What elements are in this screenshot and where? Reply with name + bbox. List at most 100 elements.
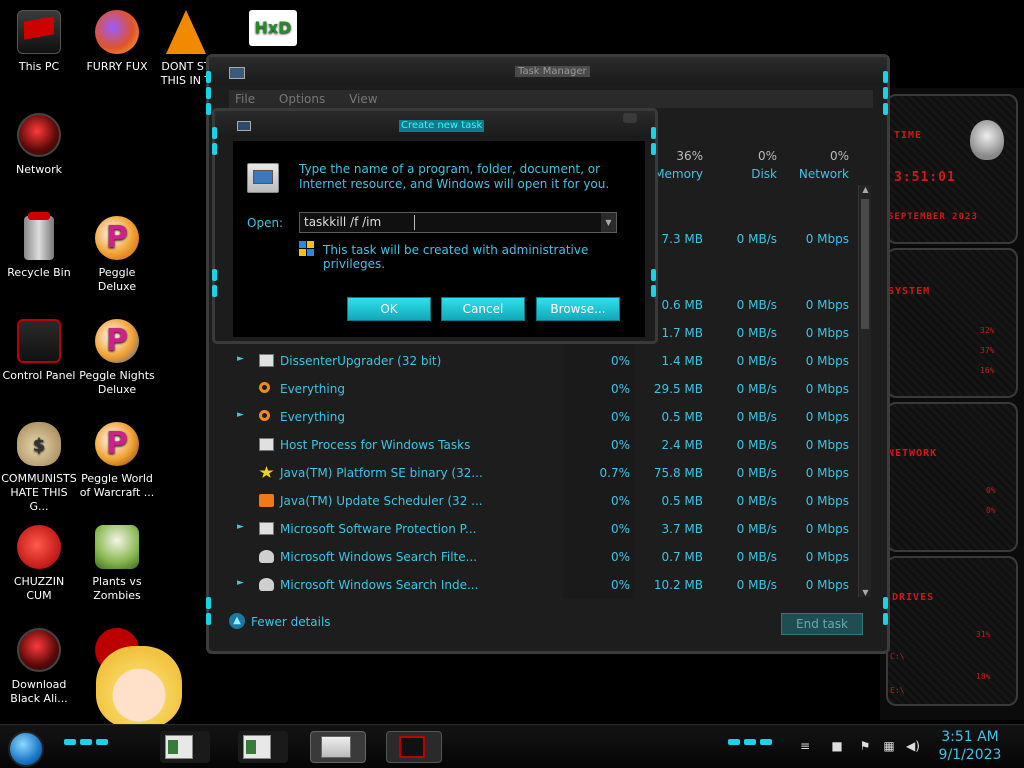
- desktop-icon-hxd[interactable]: HxD: [234, 10, 312, 52]
- disk-header[interactable]: Disk: [707, 167, 777, 181]
- taskbar-task-manager[interactable]: [310, 731, 366, 763]
- ok-button[interactable]: OK: [347, 297, 431, 321]
- cartoon-character-sticker: [96, 646, 182, 728]
- taskbar: ≡ ■ ⚑ ▦ ◀) 3:51 AM 9/1/2023: [0, 724, 1024, 768]
- row-disk: 0 MB/s: [736, 382, 777, 396]
- widget-drives-label: DRIVES: [892, 592, 935, 603]
- row-disk: 0 MB/s: [736, 438, 777, 452]
- desktop-icon-network[interactable]: Network: [0, 113, 78, 177]
- desktop-icon-communists[interactable]: $ COMMUNISTS HATE THIS G...: [0, 422, 78, 514]
- table-row[interactable]: ► Microsoft Windows Search Inde... 0% 10.2 …: [229, 571, 863, 599]
- task-manager-icon: [321, 736, 351, 758]
- network-percent: 0%: [829, 149, 849, 163]
- network-header[interactable]: Network: [779, 167, 849, 181]
- row-network: 0 Mbps: [805, 326, 849, 340]
- open-command-input[interactable]: taskkill /f /im: [299, 212, 617, 233]
- menu-options[interactable]: Options: [279, 92, 325, 106]
- chuzzle-icon: [17, 525, 61, 569]
- row-memory: 0.5 MB: [661, 494, 703, 508]
- table-row[interactable]: ► DissenterUpgrader (32 bit) 0% 1.4 MB 0 MB/…: [229, 347, 863, 375]
- row-disk: 0 MB/s: [736, 550, 777, 564]
- create-new-task-dialog[interactable]: Create new task Type the name of a progr…: [212, 108, 658, 344]
- action-center-flag-icon[interactable]: ⚑: [858, 739, 872, 753]
- task-manager-titlebar[interactable]: Task Manager: [209, 57, 887, 85]
- dialog-titlebar[interactable]: Create new task: [215, 111, 655, 137]
- expand-chevron-icon[interactable]: ►: [237, 578, 244, 588]
- scroll-down-icon[interactable]: ▼: [859, 588, 872, 597]
- process-name: Java(TM) Platform SE binary (32...: [280, 466, 483, 480]
- row-network: 0 Mbps: [805, 578, 849, 592]
- taskbar-control-panel[interactable]: [386, 731, 442, 763]
- app-window-icon: [165, 735, 193, 759]
- desktop-icon-pvz[interactable]: Plants vs Zombies: [78, 525, 156, 603]
- row-cpu: 0%: [610, 550, 630, 564]
- row-disk: 0 MB/s: [736, 466, 777, 480]
- tray-overflow-icon[interactable]: ≡: [798, 739, 812, 753]
- firefox-icon: [95, 10, 139, 54]
- expand-chevron-icon[interactable]: ►: [237, 410, 244, 420]
- desktop-icon-download-black-ali[interactable]: Download Black Ali...: [0, 628, 78, 706]
- desktop-icon-chuzzin[interactable]: CHUZZIN CUM: [0, 525, 78, 603]
- widget-net-value: 0%: [986, 486, 996, 495]
- menu-view[interactable]: View: [349, 92, 377, 106]
- network-tray-icon[interactable]: ▦: [882, 739, 896, 753]
- desktop-icon-label: Control Panel: [2, 369, 76, 382]
- volume-icon[interactable]: ◀): [906, 739, 920, 753]
- show-desktop-icon[interactable]: ■: [830, 739, 844, 753]
- desktop-icon-control-panel[interactable]: Control Panel: [0, 319, 78, 383]
- desktop-icon-furry-fux[interactable]: FURRY FUX: [78, 10, 156, 74]
- row-memory: 3.7 MB: [661, 522, 703, 536]
- table-row[interactable]: ► Everything 0% 0.5 MB 0 MB/s 0 Mbps: [229, 403, 863, 431]
- system-monitor-widget: TIME 3:51:01 SEPTEMBER 2023 SYSTEM 32% 3…: [880, 88, 1024, 720]
- start-button[interactable]: [8, 731, 44, 767]
- taskbar-app-window-1[interactable]: [160, 731, 210, 763]
- taskbar-clock[interactable]: 3:51 AM 9/1/2023: [930, 728, 1010, 764]
- row-network: 0 Mbps: [805, 438, 849, 452]
- chevron-up-icon: ▲: [229, 613, 245, 629]
- table-row[interactable]: Java(TM) Update Scheduler (32 ... 0% 0.5 M…: [229, 487, 863, 515]
- vertical-scrollbar[interactable]: ▲ ▼: [858, 185, 871, 597]
- process-name: Microsoft Windows Search Filte...: [280, 550, 478, 564]
- scroll-up-icon[interactable]: ▲: [859, 185, 872, 194]
- app-window-icon: [259, 438, 274, 451]
- alien-globe-icon: [17, 628, 61, 672]
- end-task-button[interactable]: End task: [781, 613, 863, 635]
- expand-chevron-icon[interactable]: ►: [237, 522, 244, 532]
- fewer-details-link[interactable]: ▲ Fewer details: [229, 613, 331, 629]
- taskbar-app-window-2[interactable]: [238, 731, 288, 763]
- process-name: Java(TM) Update Scheduler (32 ...: [280, 494, 483, 508]
- desktop-icon-peggle-wow[interactable]: P Peggle World of Warcraft ...: [78, 422, 156, 500]
- widget-time: 3:51:01: [894, 170, 956, 185]
- row-network: 0 Mbps: [805, 382, 849, 396]
- uac-shield-icon: [299, 241, 315, 257]
- desktop-icon-label: Download Black Ali...: [10, 678, 68, 705]
- chevron-down-icon[interactable]: ▼: [601, 213, 616, 232]
- widget-drive-value: 18%: [976, 672, 991, 681]
- expand-chevron-icon[interactable]: ►: [237, 354, 244, 364]
- table-row[interactable]: Everything 0% 29.5 MB 0 MB/s 0 Mbps: [229, 375, 863, 403]
- desktop-icon-peggle-deluxe[interactable]: P Peggle Deluxe: [78, 216, 156, 294]
- desktop-icon-peggle-nights[interactable]: P Peggle Nights Deluxe: [78, 319, 156, 397]
- fewer-details-label: Fewer details: [251, 615, 331, 629]
- table-row[interactable]: Host Process for Windows Tasks 0% 2.4 MB 0 …: [229, 431, 863, 459]
- browse-button[interactable]: Browse...: [536, 297, 620, 321]
- dialog-body: Type the name of a program, folder, docu…: [233, 141, 645, 337]
- control-panel-icon: [399, 736, 425, 758]
- process-name: DissenterUpgrader (32 bit): [280, 354, 442, 368]
- desktop-icon-this-pc[interactable]: This PC: [0, 10, 78, 74]
- row-memory: 0.7 MB: [661, 550, 703, 564]
- desktop-icon-recycle-bin[interactable]: Recycle Bin: [0, 212, 78, 280]
- row-disk: 0 MB/s: [736, 578, 777, 592]
- star-icon: [259, 466, 274, 478]
- menu-file[interactable]: File: [235, 92, 255, 106]
- window-title: Task Manager: [515, 66, 590, 77]
- table-row[interactable]: ► Microsoft Software Protection P... 0% 3.7…: [229, 515, 863, 543]
- row-network: 0 Mbps: [805, 494, 849, 508]
- cancel-button[interactable]: Cancel: [441, 297, 525, 321]
- widget-sys-value: 32%: [980, 326, 995, 335]
- widget-sys-value: 37%: [980, 346, 995, 355]
- close-icon[interactable]: [623, 113, 637, 123]
- table-row[interactable]: Microsoft Windows Search Filte... 0% 0.7 M…: [229, 543, 863, 571]
- scrollbar-thumb[interactable]: [861, 199, 869, 329]
- table-row[interactable]: Java(TM) Platform SE binary (32... 0.7% 75…: [229, 459, 863, 487]
